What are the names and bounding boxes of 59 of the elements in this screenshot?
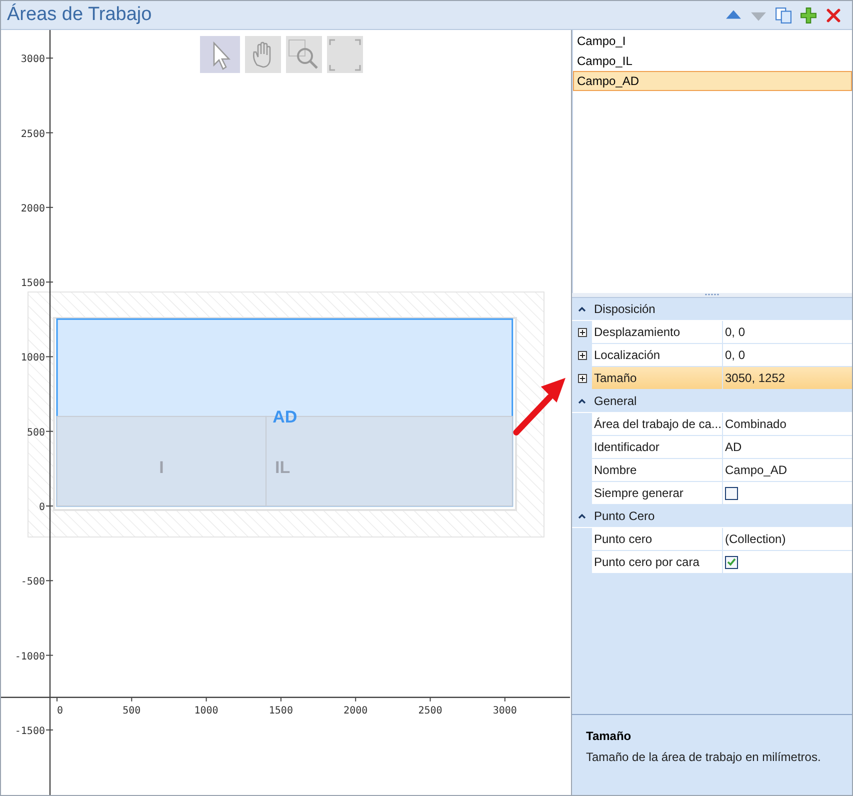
area-label: IL — [275, 458, 290, 478]
list-item[interactable]: Campo_IL — [573, 51, 852, 71]
axis-tick-label: 1000 — [194, 705, 218, 716]
axis-tick-label: -1500 — [14, 726, 45, 737]
property-value[interactable]: (Collection) — [723, 528, 852, 551]
property-value[interactable]: 0, 0 — [723, 344, 852, 367]
axis-tick-label: 500 — [122, 705, 141, 716]
axis-tick-label: -500 — [20, 576, 45, 588]
splitter-handle[interactable] — [572, 293, 852, 298]
axis-tick-label: 2000 — [344, 705, 368, 716]
add-icon[interactable] — [800, 6, 817, 24]
area-label: I — [159, 458, 164, 478]
pointer-tool-button[interactable] — [200, 36, 240, 73]
property-name[interactable]: Tamaño — [592, 367, 723, 390]
expand-icon[interactable] — [578, 328, 586, 337]
axis-tick-label: 0 — [57, 705, 64, 716]
zoom-tool-button[interactable] — [286, 36, 322, 73]
description-text: Tamaño de la área de trabajo en milímetros. — [586, 749, 822, 766]
category-header: General — [594, 393, 637, 410]
property-name[interactable]: Nombre — [592, 459, 723, 482]
property-name[interactable]: Área del trabajo de ca... — [592, 413, 723, 436]
close-icon[interactable] — [825, 6, 842, 24]
window-title: Áreas de Trabajo — [7, 2, 153, 27]
axis-tick-label: 1000 — [20, 352, 45, 364]
property-name[interactable]: Siempre generar — [592, 482, 723, 505]
axis-tick-label: 2500 — [418, 705, 442, 716]
axis-tick-label: -1000 — [14, 651, 45, 662]
fit-tool-button[interactable] — [327, 36, 363, 73]
axis-tick-label: 1500 — [268, 705, 293, 716]
property-value[interactable]: AD — [723, 436, 852, 459]
axis-tick-label: 2000 — [20, 203, 45, 214]
expand-icon[interactable] — [578, 351, 586, 360]
checkbox[interactable] — [725, 556, 738, 568]
copy-icon[interactable] — [775, 6, 792, 24]
category-header: Disposición — [594, 301, 656, 318]
property-name[interactable]: Localización — [592, 344, 723, 367]
expand-icon[interactable] — [578, 374, 586, 383]
property-value[interactable]: Combinado — [723, 413, 852, 436]
axis-tick-label: 2500 — [20, 128, 45, 140]
property-value[interactable]: 3050, 1252 — [723, 367, 852, 390]
property-value[interactable]: Campo_AD — [723, 459, 852, 482]
axis-tick-label: 500 — [26, 427, 45, 438]
description-title: Tamaño — [586, 728, 632, 745]
category-header: Punto Cero — [594, 508, 655, 525]
hand-tool-button[interactable] — [245, 36, 281, 73]
property-name[interactable]: Punto cero — [592, 528, 723, 551]
property-name[interactable]: Desplazamiento — [592, 321, 723, 344]
axis-tick-label: 3000 — [20, 54, 45, 66]
axis-tick-label: 1500 — [20, 278, 45, 290]
fit-icon — [327, 36, 363, 72]
property-name[interactable]: Punto cero por cara — [592, 551, 723, 574]
checkbox[interactable] — [725, 486, 738, 500]
list-item[interactable]: Campo_AD — [573, 71, 852, 91]
axis-tick-label: 3000 — [492, 705, 517, 716]
list-item[interactable]: Campo_I — [573, 31, 852, 51]
area-label: AD — [272, 407, 298, 426]
property-value[interactable]: 0, 0 — [723, 321, 852, 344]
axis-tick-label: 0 — [38, 502, 45, 513]
property-name[interactable]: Identificador — [592, 436, 723, 459]
